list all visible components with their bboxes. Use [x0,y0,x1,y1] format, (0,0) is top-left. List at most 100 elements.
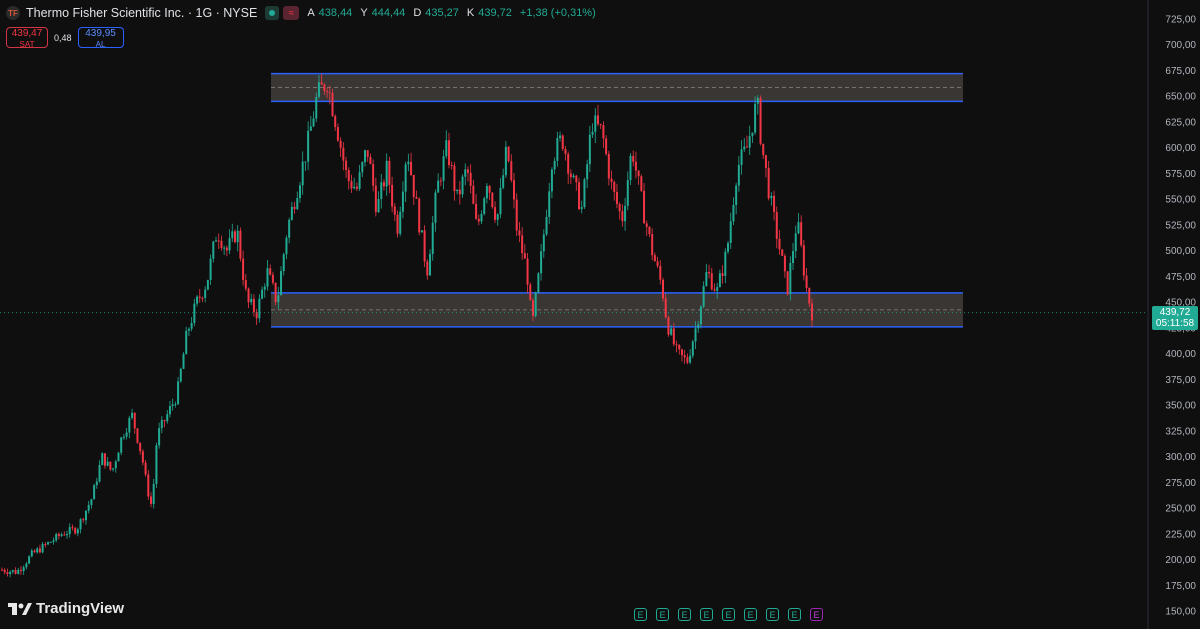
candle-body [466,169,469,173]
candle-body [212,241,215,259]
candle-body [751,132,754,137]
candle-body [423,230,426,262]
earnings-marker[interactable]: E [678,608,691,621]
candle-body [3,569,6,573]
candle-body [629,155,632,181]
earnings-marker[interactable]: E [700,608,713,621]
candle-body [312,118,315,127]
tradingview-logo[interactable]: TradingView [8,600,124,617]
sell-label: SAT [19,40,35,49]
candle-body [345,160,348,171]
candle-body [269,268,272,275]
candle-body [331,92,334,117]
candle-body [515,199,518,231]
candle-body [472,185,475,204]
candle-body [689,355,692,363]
candle-body [60,534,63,536]
candle-body [710,273,713,290]
tradingview-wordmark: TradingView [36,600,125,617]
candle-body [103,453,106,466]
candle-body [773,195,776,213]
candle-body [510,161,513,181]
candle-body [309,126,312,131]
alert-icon[interactable]: ≈ [283,6,300,20]
candle-body [811,303,813,321]
candle-body [656,261,659,267]
candle-body [716,287,719,291]
y-tick-label: 325,00 [1165,426,1196,437]
earnings-marker[interactable]: E [656,608,669,621]
candle-body [44,543,47,545]
candle-body [488,186,491,193]
candle-body [659,266,662,280]
buy-button[interactable]: 439,95 AL [77,27,124,49]
candle-body [391,184,394,207]
candle-body [179,368,182,382]
candle-body [718,273,721,288]
candle-body [461,176,464,195]
candle-body [618,204,621,212]
earnings-marker[interactable]: E [766,608,779,621]
candle-body [131,412,134,418]
price-chart[interactable]: 725,00 700,00 675,00 650,00 625,00 600,00 575,… [0,0,1200,629]
candle-body [320,82,323,85]
candle-body [483,198,486,214]
candle-body [754,103,757,133]
earnings-marker[interactable]: E [788,608,801,621]
y-tick-label: 300,00 [1165,452,1196,463]
y-tick-label: 725,00 [1165,15,1196,26]
candle-body [802,245,805,276]
candle-body [366,150,369,157]
candle-body [664,298,667,318]
candle-body [277,295,280,303]
high-value: 444,44 [371,7,406,19]
earnings-marker[interactable]: E [744,608,757,621]
candle-body [626,180,629,206]
candle-body [63,534,66,536]
candle-body [90,499,93,505]
candle-body [529,284,532,301]
candle-body [732,204,735,222]
candle-body [342,147,345,161]
buy-price: 439,95 [85,28,116,39]
y-tick-label: 600,00 [1165,143,1196,154]
candle-body [702,285,705,307]
candle-body [185,330,188,355]
candle-body [158,428,161,446]
candle-body [315,96,318,119]
earnings-marker[interactable]: E [722,608,735,621]
candle-body [556,138,559,161]
candle-body [410,161,413,176]
candle-body [326,91,329,93]
symbol-title[interactable]: Thermo Fisher Scientific Inc. · 1G · NYS… [26,6,257,20]
sell-button[interactable]: 439,47 SAT [6,27,48,49]
candle-body [521,235,524,254]
earnings-marker[interactable]: E [634,608,647,621]
candle-body [643,190,646,224]
candle-body [610,178,613,182]
candle-body [122,436,125,438]
market-status-icon[interactable] [265,6,280,20]
candle-body [531,300,534,316]
candle-body [743,146,746,150]
candle-body [106,461,109,466]
candle-body [52,540,55,542]
candle-body [171,404,174,407]
candle-body [475,203,478,219]
high-label: Y [360,7,368,19]
candle-body [236,230,239,243]
candle-body [125,432,128,437]
candle-body [182,354,185,369]
candle-body [621,211,624,222]
candle-body [84,510,87,521]
candle-body [648,226,651,235]
candle-body [778,238,781,250]
candle-body [296,198,299,210]
candle-body [683,355,686,358]
symbol-logo[interactable]: TF [6,6,20,20]
open-value: 438,44 [318,7,353,19]
candle-body [797,222,800,234]
candle-body [353,186,356,189]
candle-body [225,247,228,251]
earnings-marker[interactable]: E [810,608,823,621]
